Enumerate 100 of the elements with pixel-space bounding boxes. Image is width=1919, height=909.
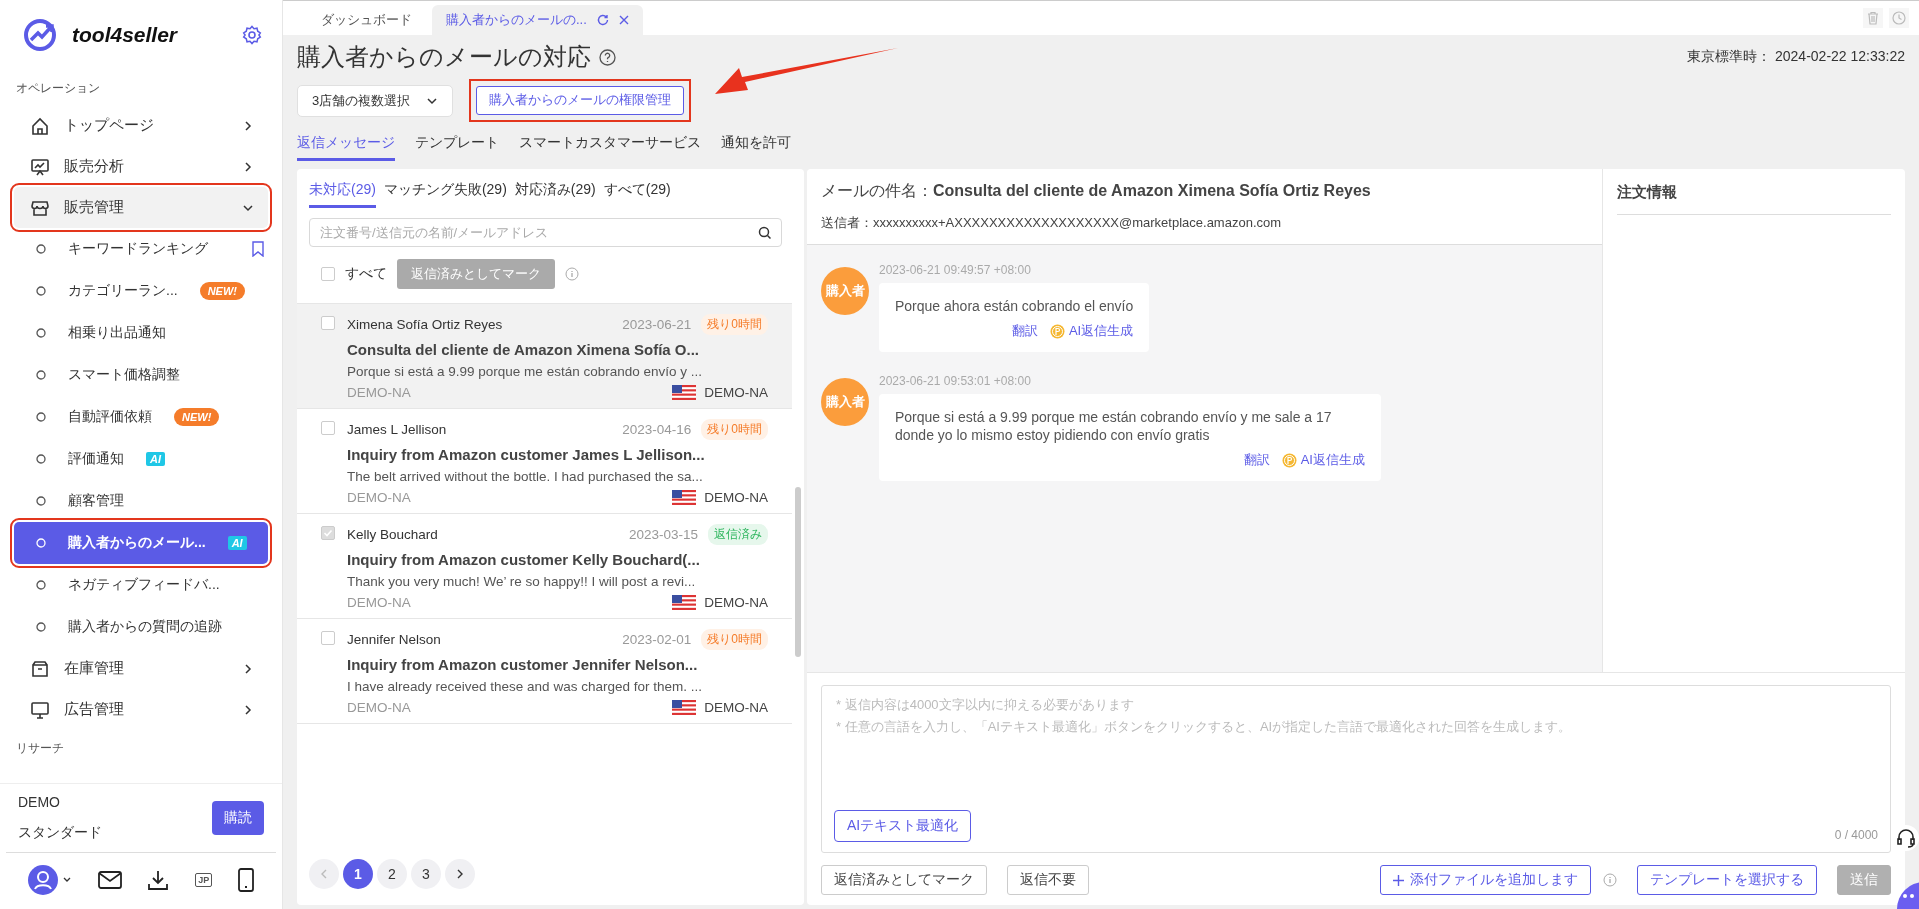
store-name: DEMO-NA	[347, 385, 412, 400]
ai-badge: AI	[146, 452, 165, 466]
circle-icon	[36, 370, 46, 380]
monitor-icon	[30, 699, 50, 720]
permissions-button[interactable]: 購入者からのメールの権限管理	[476, 86, 685, 115]
page-tab[interactable]: 購入者からのメールの...	[432, 5, 643, 35]
mail-subject: Inquiry from Amazon customer Jennifer Nelson...	[347, 656, 699, 673]
bookmark-icon[interactable]	[252, 241, 264, 257]
search-field[interactable]: 注文番号/送信元の名前/メールアドレス	[309, 218, 782, 247]
filter-tab[interactable]: 未対応(29)	[309, 181, 376, 208]
mail-date: 2023-03-15	[628, 527, 698, 542]
nav-subitem[interactable]: スマート価格調整	[14, 354, 268, 396]
page-button[interactable]: 3	[411, 859, 441, 889]
mail-preview: Porque si está a 9.99 porque me están cobrando envío y ...	[347, 364, 703, 379]
subscribe-button[interactable]: 購読	[212, 801, 264, 835]
chevron-right-icon	[242, 160, 254, 173]
circle-icon	[36, 538, 46, 548]
store-select[interactable]: 3店舗の複数選択	[297, 84, 454, 117]
circle-icon	[36, 622, 46, 632]
nav-subitem[interactable]: 評価通知 AI	[14, 438, 268, 480]
panel-title: 注文情報	[1617, 169, 1891, 215]
author-avatar: 購入者	[821, 267, 869, 315]
status-tag: 残り0時間	[701, 629, 768, 650]
ai-reply-link[interactable]: AI返信生成	[1281, 452, 1365, 470]
mail-item[interactable]: Kelly Bouchard 2023-03-15 返信済み Inquiry from Amazon customer Kelly Bouchard(... Thank you very much! We’ re so happy!! I will post a revi... DEMO-NA DEMO-NA	[297, 514, 792, 619]
sub-tab[interactable]: テンプレート	[415, 134, 499, 161]
nav-item[interactable]: トップページ	[14, 105, 268, 146]
mail-item[interactable]: Ximena Sofía Ortiz Reyes 2023-06-21 残り0時間 Consulta del cliente de Amazon Ximena Sofía O... Porque si está a 9.99 porque me están cobrando envío y ... DEMO-NA DEMO-NA	[297, 304, 792, 409]
refresh-icon[interactable]	[596, 14, 609, 26]
nav-subitem[interactable]: 顧客管理	[14, 480, 268, 522]
more-button[interactable]	[1897, 882, 1919, 909]
sub-tab[interactable]: スマートカスタマーサービス	[519, 134, 701, 161]
nav-item[interactable]: 在庫管理	[14, 648, 268, 689]
sub-tab[interactable]: 返信メッセージ	[297, 134, 395, 161]
mail-item[interactable]: Jennifer Nelson 2023-02-01 残り0時間 Inquiry from Amazon customer Jennifer Nelson... I have already received these and was charged for them. ... DEMO-NA DEMO-NA	[297, 619, 792, 724]
download-icon[interactable]	[147, 869, 170, 891]
nav-subitem[interactable]: カテゴリーラン... NEW!	[14, 270, 268, 312]
filter-tab[interactable]: すべて(29)	[603, 181, 671, 208]
translate-link[interactable]: 翻訳	[1243, 452, 1270, 470]
nav-subitem[interactable]: 自動評価依頼 NEW!	[14, 396, 268, 438]
page-button[interactable]: 2	[377, 859, 407, 889]
brand-name: tool4seller	[72, 23, 179, 47]
action-button[interactable]: 返信済みとしてマーク	[821, 865, 987, 895]
select-all-label: すべて	[345, 265, 387, 283]
help-icon[interactable]	[599, 48, 616, 66]
page-tab[interactable]: ダッシュボード	[307, 5, 426, 35]
sender-name: James L Jellison	[347, 422, 448, 437]
translate-link[interactable]: 翻訳	[1011, 323, 1038, 341]
nav-item[interactable]: 広告管理	[14, 689, 268, 730]
checkbox[interactable]	[321, 267, 335, 281]
coin-icon	[1049, 324, 1065, 340]
filter-tab[interactable]: マッチング失敗(29)	[383, 181, 507, 208]
search-icon[interactable]	[758, 226, 772, 240]
circle-icon	[36, 580, 46, 590]
character-counter: 0 / 4000	[1834, 828, 1878, 842]
language-button[interactable]: JP	[195, 873, 213, 887]
reply-field[interactable]: * 返信内容は4000文字以内に抑える必要があります * 任意の言語を入力し、「AIテキスト最適化」ボタンをクリックすると、AIが指定した言語で最適化された回答を生成します。 AIテキスト最適化 0 / 4000	[821, 685, 1891, 853]
page-title: 購入者からのメールの対応	[297, 42, 591, 72]
mail-icon[interactable]	[97, 871, 122, 889]
store-name: DEMO-NA	[347, 490, 412, 505]
mail-item[interactable]: James L Jellison 2023-04-16 残り0時間 Inquiry from Amazon customer James L Jellison... The belt arrived without the bottle. I had purchased the sa... DEMO-NA DEMO-NA	[297, 409, 792, 514]
sub-tab[interactable]: 通知を許可	[721, 134, 791, 161]
current-time: 東京標準時： 2024-02-22 12:33:22	[1687, 48, 1905, 66]
scrollbar[interactable]	[795, 487, 801, 657]
action-button[interactable]: 返信不要	[1007, 865, 1089, 895]
page-button[interactable]: 1	[343, 859, 373, 889]
close-icon[interactable]	[618, 15, 629, 25]
sender-name: Ximena Sofía Ortiz Reyes	[347, 317, 504, 332]
circle-icon	[36, 454, 46, 464]
nav-subitem[interactable]: 相乗り出品通知	[14, 312, 268, 354]
message-text: Porque ahora están cobrando el envío	[895, 297, 1134, 316]
nav-subitem[interactable]: キーワードランキング	[14, 228, 268, 270]
attach-file-button[interactable]: 添付ファイルを追加します	[1380, 865, 1591, 895]
avatar-icon[interactable]	[28, 865, 58, 895]
message-text: Porque si está a 9.99 porque me están cobrando envío y me sale a 17 donde yo lo mismo estoy pidiendo con envío gratis	[895, 408, 1333, 445]
mail-date: 2023-02-01	[622, 632, 692, 647]
chevron-right-icon	[242, 703, 254, 716]
checkbox[interactable]	[321, 316, 335, 330]
checkbox[interactable]	[321, 631, 335, 645]
nav-subitem[interactable]: 購入者からの質問の追跡	[14, 606, 268, 648]
mail-subject: Consulta del cliente de Amazon Ximena Sofía O...	[347, 341, 701, 358]
mail-preview: I have already received these and was charged for them. ...	[347, 679, 703, 694]
next-page-button[interactable]	[445, 859, 475, 889]
mail-date: 2023-04-16	[622, 422, 692, 437]
ai-reply-link[interactable]: AI返信生成	[1049, 323, 1134, 341]
chevron-right-icon	[456, 869, 464, 879]
checkbox[interactable]	[321, 526, 335, 540]
marketplace-name: DEMO-NA	[704, 700, 768, 715]
nav-subitem[interactable]: ネガティブフィードバ...	[14, 564, 268, 606]
settings-icon[interactable]	[242, 25, 262, 45]
flag-icon	[672, 595, 697, 610]
ai-optimize-button[interactable]: AIテキスト最適化	[834, 810, 972, 842]
template-button[interactable]: テンプレートを選択する	[1637, 865, 1817, 895]
phone-icon[interactable]	[237, 868, 254, 892]
filter-tab[interactable]: 対応済み(29)	[514, 181, 596, 208]
chart-icon	[30, 156, 50, 177]
nav-item[interactable]: 販売分析	[14, 146, 268, 187]
status-tag: 残り0時間	[701, 419, 768, 440]
circle-icon	[36, 328, 46, 338]
checkbox[interactable]	[321, 421, 335, 435]
